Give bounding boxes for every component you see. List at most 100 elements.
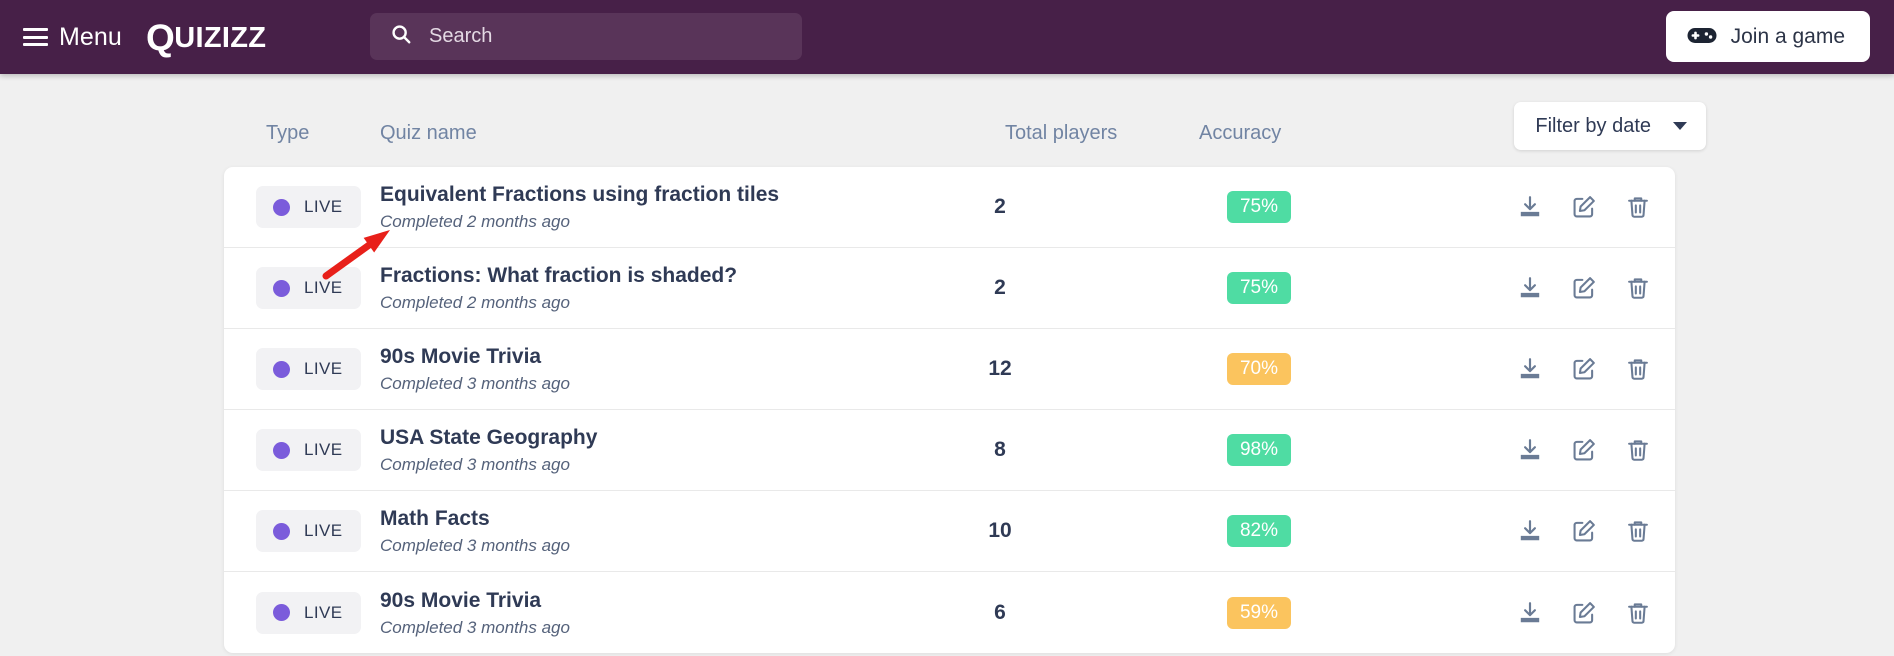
gamepad-icon	[1687, 25, 1717, 49]
quiz-completed-time: Completed 3 months ago	[380, 455, 570, 475]
accuracy-cell: 82%	[1199, 515, 1319, 547]
accuracy-cell: 70%	[1199, 353, 1319, 385]
live-status-dot	[273, 360, 290, 378]
menu-button[interactable]: Menu	[23, 23, 122, 52]
edit-icon[interactable]	[1571, 275, 1597, 301]
join-a-game-button[interactable]: Join a game	[1665, 11, 1870, 62]
type-badge-label: LIVE	[304, 278, 343, 297]
live-status-dot	[273, 279, 290, 297]
type-badge-label: LIVE	[304, 602, 343, 622]
accuracy-badge: 82%	[1227, 515, 1291, 547]
table-row[interactable]: LIVE Fractions: What fraction is shaded? C…	[224, 248, 1675, 329]
quiz-info-cell: 90s Movie Trivia Completed 3 months ago	[380, 587, 570, 637]
quizizz-logo[interactable]: Quizizz	[146, 19, 266, 56]
live-status-dot	[273, 441, 290, 459]
quiz-completed-time: Completed 2 months ago	[380, 212, 570, 232]
row-actions	[1517, 600, 1651, 626]
search-bar[interactable]	[370, 13, 802, 60]
quiz-completed-time: Completed 2 months ago	[380, 293, 570, 313]
accuracy-badge: 70%	[1227, 353, 1291, 385]
edit-icon[interactable]	[1571, 518, 1597, 544]
accuracy-badge: 75%	[1227, 191, 1291, 223]
type-badge: LIVE	[256, 186, 362, 228]
delete-icon[interactable]	[1625, 600, 1651, 626]
edit-icon[interactable]	[1571, 356, 1597, 382]
type-badge-label: LIVE	[304, 359, 343, 378]
table-header: Type Quiz name Total players Accuracy Fi…	[0, 74, 1894, 167]
accuracy-cell: 75%	[1199, 272, 1319, 304]
type-badge: LIVE	[256, 510, 362, 552]
row-actions	[1517, 437, 1651, 463]
quiz-reports-table: LIVE Equivalent Fractions using fraction …	[224, 167, 1675, 653]
column-header-total-players: Total players	[1005, 122, 1118, 144]
row-actions	[1517, 356, 1651, 382]
type-badge: LIVE	[256, 591, 362, 634]
quiz-title[interactable]: 90s Movie Trivia	[380, 587, 570, 613]
row-actions	[1517, 518, 1651, 544]
live-status-dot	[273, 604, 290, 621]
column-header-type: Type	[266, 122, 310, 144]
accuracy-badge: 59%	[1227, 596, 1291, 629]
edit-icon[interactable]	[1571, 600, 1597, 626]
quiz-title[interactable]: USA State Geography	[380, 425, 597, 451]
column-header-accuracy: Accuracy	[1199, 122, 1282, 144]
type-badge: LIVE	[256, 429, 362, 471]
download-icon[interactable]	[1517, 275, 1543, 301]
delete-icon[interactable]	[1625, 437, 1651, 463]
quiz-completed-time: Completed 3 months ago	[380, 617, 570, 637]
join-a-game-label: Join a game	[1730, 24, 1845, 48]
type-badge: LIVE	[256, 267, 362, 309]
logo-rest: uizizz	[174, 21, 267, 54]
row-actions	[1517, 194, 1651, 220]
table-row[interactable]: LIVE Equivalent Fractions using fraction …	[224, 167, 1675, 248]
filter-by-date-label: Filter by date	[1535, 114, 1651, 137]
live-status-dot	[273, 198, 290, 216]
live-status-dot	[273, 522, 290, 540]
filter-by-date-dropdown[interactable]: Filter by date	[1514, 102, 1706, 150]
quiz-title[interactable]: 90s Movie Trivia	[380, 344, 570, 370]
hamburger-icon	[23, 28, 48, 46]
download-icon[interactable]	[1517, 437, 1543, 463]
delete-icon[interactable]	[1625, 275, 1651, 301]
table-row[interactable]: LIVE 90s Movie Trivia Completed 3 months a…	[224, 572, 1675, 653]
quiz-info-cell: 90s Movie Trivia Completed 3 months ago	[380, 344, 570, 394]
accuracy-cell: 59%	[1199, 596, 1319, 629]
accuracy-badge: 98%	[1227, 434, 1291, 466]
column-header-quiz-name: Quiz name	[380, 122, 477, 144]
type-badge-label: LIVE	[304, 521, 343, 540]
total-players-value: 2	[994, 276, 1006, 299]
table-row[interactable]: LIVE USA State Geography Completed 3 month…	[224, 410, 1675, 491]
download-icon[interactable]	[1517, 194, 1543, 220]
edit-icon[interactable]	[1571, 437, 1597, 463]
total-players-value: 2	[994, 195, 1006, 218]
menu-button-label: Menu	[59, 22, 122, 51]
chevron-down-icon	[1673, 122, 1687, 130]
quiz-title[interactable]: Fractions: What fraction is shaded?	[380, 263, 737, 289]
table-row[interactable]: LIVE 90s Movie Trivia Completed 3 months a…	[224, 329, 1675, 410]
accuracy-cell: 98%	[1199, 434, 1319, 466]
quiz-info-cell: Fractions: What fraction is shaded? Compl…	[380, 263, 737, 313]
delete-icon[interactable]	[1625, 356, 1651, 382]
quiz-info-cell: Equivalent Fractions using fraction tile…	[380, 182, 779, 232]
accuracy-badge: 75%	[1227, 272, 1291, 304]
search-icon	[390, 23, 412, 50]
quiz-info-cell: USA State Geography Completed 3 months ag…	[380, 425, 597, 475]
total-players-value: 12	[988, 357, 1012, 380]
table-row[interactable]: LIVE Math Facts Completed 3 months ago 10 82…	[224, 491, 1675, 572]
quiz-title[interactable]: Math Facts	[380, 506, 570, 532]
top-navigation-bar: Menu Quizizz Join a game	[0, 0, 1894, 74]
delete-icon[interactable]	[1625, 194, 1651, 220]
delete-icon[interactable]	[1625, 518, 1651, 544]
total-players-value: 8	[994, 438, 1006, 461]
quiz-info-cell: Math Facts Completed 3 months ago	[380, 506, 570, 556]
quiz-title[interactable]: Equivalent Fractions using fraction tile…	[380, 182, 779, 208]
download-icon[interactable]	[1517, 600, 1543, 626]
quiz-completed-time: Completed 3 months ago	[380, 374, 570, 394]
download-icon[interactable]	[1517, 518, 1543, 544]
total-players-value: 6	[994, 600, 1006, 624]
edit-icon[interactable]	[1571, 194, 1597, 220]
download-icon[interactable]	[1517, 356, 1543, 382]
type-badge-label: LIVE	[304, 440, 343, 459]
total-players-value: 10	[988, 519, 1012, 542]
search-input[interactable]	[429, 25, 759, 48]
